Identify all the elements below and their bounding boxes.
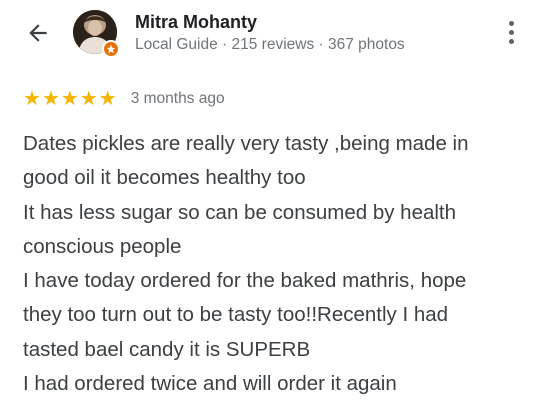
review-text-line: Dates pickles are really very tasty ,bei… — [23, 132, 469, 155]
review-text-line: I had ordered twice and will order it ag… — [23, 372, 397, 396]
review-text-line: good oil it becomes healthy too — [23, 166, 306, 190]
more-vert-icon-dot — [508, 38, 514, 44]
review-text-line: they too turn out to be tasty too!!Recen… — [23, 303, 449, 327]
rating-row: ★ ★ ★ ★ ★ 3 months ago — [23, 88, 225, 110]
review-header: Mitra Mohanty Local Guide · 215 reviews … — [0, 0, 550, 70]
star-icon: ★ — [41, 88, 60, 110]
star-icon: ★ — [79, 88, 98, 110]
star-icon: ★ — [60, 88, 79, 110]
local-guide-badge — [102, 40, 120, 58]
reviewer-meta: Local Guide · 215 reviews · 367 photos — [135, 36, 405, 53]
review-text-line: I have today ordered for the baked mathr… — [23, 269, 467, 293]
star-icon: ★ — [23, 88, 41, 110]
more-vert-icon-dot — [508, 29, 514, 35]
user-avatar-container[interactable] — [73, 10, 121, 58]
star-icon: ★ — [98, 88, 117, 110]
reviewer-name[interactable]: Mitra Mohanty — [135, 12, 257, 33]
review-text-line: tasted bael candy it is SUPERB — [23, 337, 311, 361]
review-text-line: It has less sugar so can be consumed by … — [23, 200, 457, 224]
back-button[interactable] — [22, 17, 54, 49]
review-text-line: conscious people — [23, 234, 182, 258]
local-guide-star-icon — [106, 44, 116, 54]
more-options-button[interactable] — [498, 14, 524, 50]
star-rating: ★ ★ ★ ★ ★ — [23, 89, 117, 109]
review-date: 3 months ago — [130, 90, 225, 107]
review-text: Dates pickles are really very tasty ,bei… — [23, 127, 538, 401]
arrow-left-icon — [29, 24, 47, 42]
more-vert-icon-dot — [508, 20, 514, 26]
